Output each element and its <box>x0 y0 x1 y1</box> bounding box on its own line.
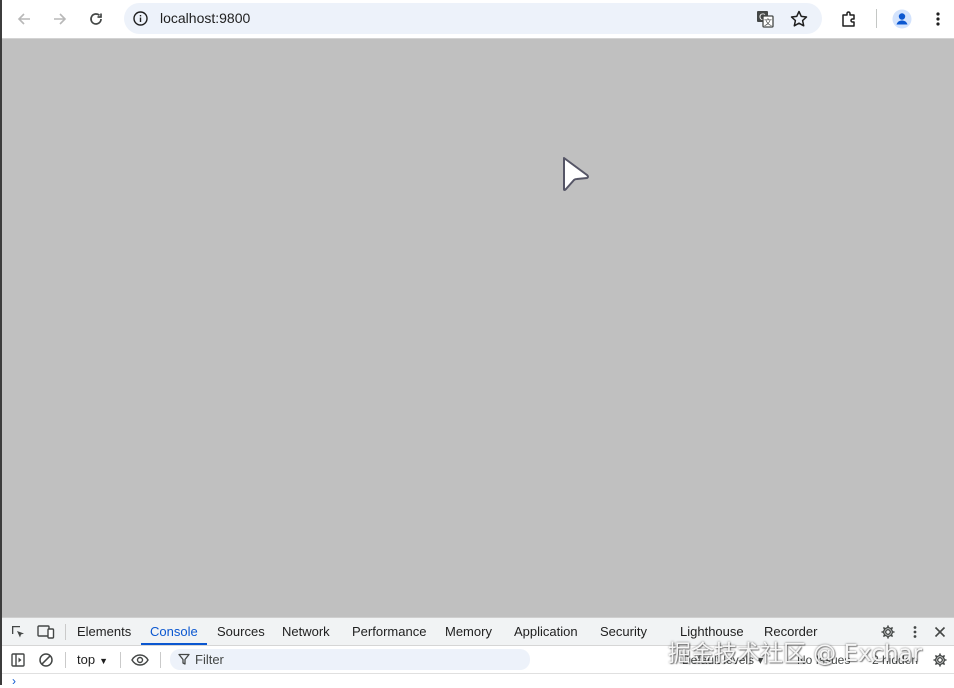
gear-icon <box>933 653 947 667</box>
more-vert-icon <box>913 626 917 638</box>
tab-elements[interactable]: Elements <box>77 618 131 645</box>
console-toolbar: top ▼ Filter Default levels ▾ No Issues 2… <box>2 646 954 674</box>
bookmark-star-icon[interactable] <box>788 8 810 30</box>
devtools-tab-bar: Elements Console Sources Network Perform… <box>2 618 954 646</box>
toolbar-divider <box>120 652 121 668</box>
page-viewport[interactable] <box>2 39 954 617</box>
tab-application[interactable]: Application <box>514 618 578 645</box>
reload-icon <box>90 13 102 25</box>
log-levels-dropdown[interactable]: Default levels ▾ <box>682 653 763 667</box>
context-selector-label: top <box>77 652 96 667</box>
toolbar-divider <box>65 652 66 668</box>
tab-memory[interactable]: Memory <box>445 618 492 645</box>
extensions-icon <box>842 11 855 27</box>
device-toggle-icon <box>37 625 55 639</box>
tab-lighthouse[interactable]: Lighthouse <box>680 618 744 645</box>
menu-icon <box>936 12 940 26</box>
device-toolbar-button[interactable] <box>36 622 56 642</box>
tab-network[interactable]: Network <box>282 618 330 645</box>
forward-icon <box>54 13 67 25</box>
live-expression-button[interactable] <box>130 650 150 670</box>
devtools-panel: Elements Console Sources Network Perform… <box>2 617 954 688</box>
clear-console-button[interactable] <box>36 650 56 670</box>
toolbar-separator <box>876 9 877 28</box>
inspect-element-icon <box>12 626 24 638</box>
tab-separator <box>65 624 66 640</box>
sidebar-toggle-icon <box>11 653 25 667</box>
extensions-button[interactable] <box>836 6 862 32</box>
profile-icon <box>892 9 912 29</box>
tab-sources[interactable]: Sources <box>217 618 265 645</box>
back-button[interactable] <box>11 6 37 32</box>
browser-menu-button[interactable] <box>925 6 951 32</box>
show-sidebar-button[interactable] <box>8 650 28 670</box>
site-info-icon[interactable] <box>132 10 149 27</box>
toolbar-divider <box>160 652 161 668</box>
devtools-settings-button[interactable] <box>878 622 898 642</box>
close-icon <box>934 626 946 638</box>
tab-recorder[interactable]: Recorder <box>764 618 817 645</box>
clear-console-icon <box>39 653 53 667</box>
inspect-element-button[interactable] <box>8 622 28 642</box>
url-text[interactable]: localhost:9800 <box>160 10 250 27</box>
eye-icon <box>131 654 149 666</box>
hidden-messages-count: 2 hidden <box>872 653 919 667</box>
address-bar[interactable]: localhost:9800 G 文 <box>124 3 822 34</box>
back-icon <box>17 13 30 25</box>
forward-button[interactable] <box>47 6 73 32</box>
context-selector[interactable]: top ▼ <box>77 652 108 667</box>
devtools-more-button[interactable] <box>905 622 925 642</box>
mouse-cursor-icon <box>563 157 589 191</box>
console-prompt-chevron-icon[interactable]: › <box>12 674 16 688</box>
tab-performance[interactable]: Performance <box>352 618 426 645</box>
filter-placeholder: Filter <box>195 652 224 667</box>
translate-icon[interactable]: G 文 <box>754 8 776 30</box>
browser-toolbar: localhost:9800 G 文 <box>2 0 954 39</box>
profile-button[interactable] <box>889 6 915 32</box>
filter-icon <box>178 653 190 665</box>
tab-console[interactable]: Console <box>141 618 207 645</box>
console-filter-input[interactable]: Filter <box>170 649 530 670</box>
tab-security[interactable]: Security <box>600 618 647 645</box>
log-levels-label: Default levels <box>682 653 755 667</box>
issues-counter[interactable]: No Issues <box>797 653 850 667</box>
svg-text:文: 文 <box>764 17 772 27</box>
devtools-close-button[interactable] <box>930 622 950 642</box>
gear-icon <box>881 625 895 639</box>
dropdown-arrow-icon: ▼ <box>99 656 108 666</box>
console-settings-button[interactable] <box>930 650 950 670</box>
reload-button[interactable] <box>83 6 109 32</box>
